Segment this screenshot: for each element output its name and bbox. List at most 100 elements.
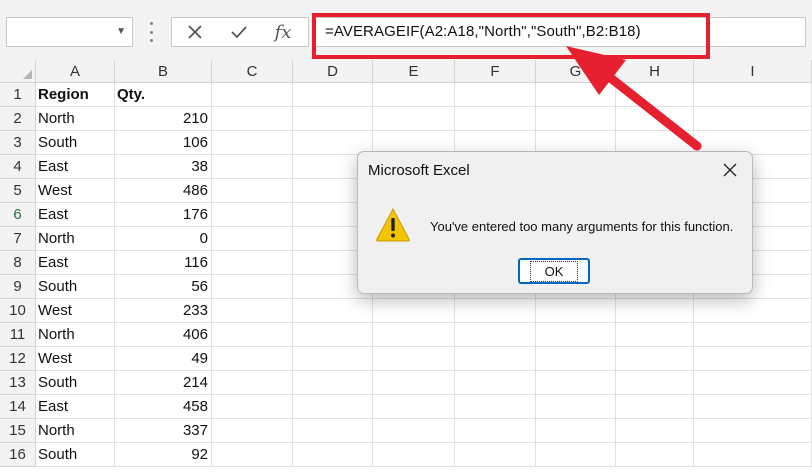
cell-c4[interactable] xyxy=(212,155,293,179)
cell-c2[interactable] xyxy=(212,107,293,131)
column-header-c[interactable]: C xyxy=(212,60,293,83)
cell-h15[interactable] xyxy=(616,419,694,443)
cell-a13[interactable]: South xyxy=(36,371,115,395)
row-header-11[interactable]: 11 xyxy=(0,323,36,347)
cell-b2[interactable]: 210 xyxy=(115,107,212,131)
cell-h13[interactable] xyxy=(616,371,694,395)
cell-d11[interactable] xyxy=(293,323,373,347)
cell-a11[interactable]: North xyxy=(36,323,115,347)
insert-function-icon[interactable]: fx xyxy=(268,20,298,44)
row-header-14[interactable]: 14 xyxy=(0,395,36,419)
column-header-d[interactable]: D xyxy=(293,60,373,83)
cell-d16[interactable] xyxy=(293,443,373,467)
cell-b4[interactable]: 38 xyxy=(115,155,212,179)
row-header-9[interactable]: 9 xyxy=(0,275,36,299)
cell-a4[interactable]: East xyxy=(36,155,115,179)
select-all-corner[interactable] xyxy=(0,60,36,83)
cell-c5[interactable] xyxy=(212,179,293,203)
row-header-7[interactable]: 7 xyxy=(0,227,36,251)
cell-i10[interactable] xyxy=(694,299,812,323)
cell-d15[interactable] xyxy=(293,419,373,443)
cell-c10[interactable] xyxy=(212,299,293,323)
cell-a16[interactable]: South xyxy=(36,443,115,467)
cell-b13[interactable]: 214 xyxy=(115,371,212,395)
cell-b6[interactable]: 176 xyxy=(115,203,212,227)
cell-b8[interactable]: 116 xyxy=(115,251,212,275)
cell-e15[interactable] xyxy=(373,419,455,443)
row-header-6[interactable]: 6 xyxy=(0,203,36,227)
cell-b12[interactable]: 49 xyxy=(115,347,212,371)
cell-c8[interactable] xyxy=(212,251,293,275)
cell-e11[interactable] xyxy=(373,323,455,347)
cell-b1[interactable]: Qty. xyxy=(115,83,212,107)
row-header-16[interactable]: 16 xyxy=(0,443,36,467)
cell-c13[interactable] xyxy=(212,371,293,395)
cell-f13[interactable] xyxy=(455,371,536,395)
row-header-10[interactable]: 10 xyxy=(0,299,36,323)
cell-c9[interactable] xyxy=(212,275,293,299)
cell-g11[interactable] xyxy=(536,323,616,347)
cell-i1[interactable] xyxy=(694,83,812,107)
cell-b5[interactable]: 486 xyxy=(115,179,212,203)
cell-i13[interactable] xyxy=(694,371,812,395)
column-header-g[interactable]: G xyxy=(536,60,616,83)
dialog-titlebar[interactable]: Microsoft Excel xyxy=(358,152,752,189)
cell-e2[interactable] xyxy=(373,107,455,131)
cell-g10[interactable] xyxy=(536,299,616,323)
cell-c7[interactable] xyxy=(212,227,293,251)
cell-b15[interactable]: 337 xyxy=(115,419,212,443)
cell-f14[interactable] xyxy=(455,395,536,419)
row-header-5[interactable]: 5 xyxy=(0,179,36,203)
cell-g14[interactable] xyxy=(536,395,616,419)
cell-h12[interactable] xyxy=(616,347,694,371)
column-header-i[interactable]: I xyxy=(694,60,812,83)
row-header-8[interactable]: 8 xyxy=(0,251,36,275)
cell-c14[interactable] xyxy=(212,395,293,419)
cancel-icon[interactable] xyxy=(180,20,210,44)
cell-a3[interactable]: South xyxy=(36,131,115,155)
cell-h11[interactable] xyxy=(616,323,694,347)
cell-b3[interactable]: 106 xyxy=(115,131,212,155)
close-icon[interactable] xyxy=(716,157,744,183)
cell-h1[interactable] xyxy=(616,83,694,107)
cell-g16[interactable] xyxy=(536,443,616,467)
cell-b7[interactable]: 0 xyxy=(115,227,212,251)
cell-f16[interactable] xyxy=(455,443,536,467)
cell-a7[interactable]: North xyxy=(36,227,115,251)
column-header-f[interactable]: F xyxy=(455,60,536,83)
cell-a10[interactable]: West xyxy=(36,299,115,323)
cell-h14[interactable] xyxy=(616,395,694,419)
cell-f1[interactable] xyxy=(455,83,536,107)
column-header-e[interactable]: E xyxy=(373,60,455,83)
checkmark-icon[interactable] xyxy=(224,20,254,44)
cell-d13[interactable] xyxy=(293,371,373,395)
cell-g15[interactable] xyxy=(536,419,616,443)
row-header-13[interactable]: 13 xyxy=(0,371,36,395)
cell-e10[interactable] xyxy=(373,299,455,323)
cell-e16[interactable] xyxy=(373,443,455,467)
cell-a9[interactable]: South xyxy=(36,275,115,299)
cell-c6[interactable] xyxy=(212,203,293,227)
cell-e12[interactable] xyxy=(373,347,455,371)
cell-f15[interactable] xyxy=(455,419,536,443)
row-header-4[interactable]: 4 xyxy=(0,155,36,179)
cell-b11[interactable]: 406 xyxy=(115,323,212,347)
cell-b14[interactable]: 458 xyxy=(115,395,212,419)
cell-h16[interactable] xyxy=(616,443,694,467)
cell-c15[interactable] xyxy=(212,419,293,443)
cell-c12[interactable] xyxy=(212,347,293,371)
row-header-2[interactable]: 2 xyxy=(0,107,36,131)
column-header-h[interactable]: H xyxy=(616,60,694,83)
cell-i11[interactable] xyxy=(694,323,812,347)
name-box[interactable]: ▼ xyxy=(6,17,133,47)
cell-f11[interactable] xyxy=(455,323,536,347)
cell-h10[interactable] xyxy=(616,299,694,323)
chevron-down-icon[interactable]: ▼ xyxy=(116,26,126,37)
cell-g12[interactable] xyxy=(536,347,616,371)
cell-c11[interactable] xyxy=(212,323,293,347)
column-header-a[interactable]: A xyxy=(36,60,115,83)
cell-g2[interactable] xyxy=(536,107,616,131)
row-header-15[interactable]: 15 xyxy=(0,419,36,443)
cell-d10[interactable] xyxy=(293,299,373,323)
cell-a6[interactable]: East xyxy=(36,203,115,227)
